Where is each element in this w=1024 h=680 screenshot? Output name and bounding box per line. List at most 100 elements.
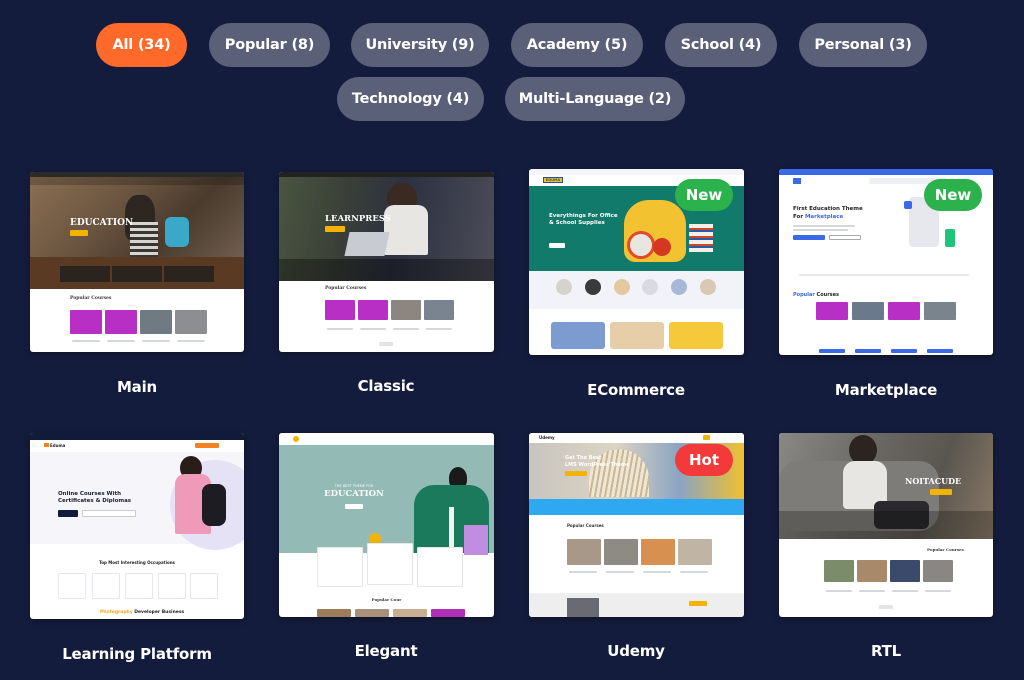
thumb-hero-title: EDUCATION xyxy=(324,489,384,499)
badge-hot: Hot xyxy=(675,444,733,476)
thumb-text-line xyxy=(793,225,855,227)
thumb-tabs: Photography Developer Business xyxy=(100,610,184,615)
thumb-footer-section xyxy=(529,593,744,617)
thumb-text-line xyxy=(327,328,353,330)
thumb-course-card xyxy=(641,539,675,565)
filter-personal[interactable]: Personal (3) xyxy=(799,23,927,67)
demo-label-ecommerce[interactable]: ECommerce xyxy=(506,381,766,399)
thumb-hero-title: First Education Theme xyxy=(793,206,863,212)
thumb-hero-title: NOITACUDE xyxy=(905,476,962,486)
thumb-text-line xyxy=(142,340,170,342)
thumb-cta xyxy=(70,230,88,236)
demo-thumbnail-rtl[interactable]: NOITACUDE Popular Courses xyxy=(779,433,993,617)
filter-multi-language[interactable]: Multi-Language (2) xyxy=(505,77,685,121)
demo-label-learning-platform[interactable]: Learning Platform xyxy=(7,645,267,663)
demo-label-rtl[interactable]: RTL xyxy=(756,642,1016,660)
thumb-more-button xyxy=(879,605,893,609)
thumb-course-card xyxy=(424,300,454,320)
demo-label-main[interactable]: Main xyxy=(7,378,267,396)
thumb-section-title: Popular Cour xyxy=(371,597,402,602)
thumb-text-line xyxy=(925,590,951,592)
thumb-course-card xyxy=(393,609,427,617)
thumb-text-line xyxy=(72,340,100,342)
thumb-course-card xyxy=(317,609,351,617)
thumb-text-line xyxy=(643,571,671,573)
thumb-course-button xyxy=(891,349,917,353)
thumb-hero-title: LEARNPRESS xyxy=(325,214,391,224)
demo-thumbnail-main[interactable]: EDUCATION Popular Courses xyxy=(30,172,244,352)
thumb-text-line xyxy=(680,571,708,573)
thumb-course-card xyxy=(431,609,465,617)
thumb-course-card xyxy=(890,560,920,582)
thumb-course-button xyxy=(855,349,881,353)
thumb-deco xyxy=(904,201,912,209)
thumb-course-card xyxy=(923,560,953,582)
thumb-more-button xyxy=(379,342,393,346)
thumb-course-card xyxy=(105,310,137,334)
thumb-text-line xyxy=(360,328,386,330)
thumb-hero-highlight: Marketplace xyxy=(804,214,844,220)
thumb-course-card xyxy=(175,310,207,334)
thumb-category-button xyxy=(58,510,78,517)
thumb-course-card xyxy=(816,302,848,320)
demo-label-marketplace[interactable]: Marketplace xyxy=(756,381,1016,399)
thumb-hero-title: Get The Best xyxy=(565,455,602,461)
demo-label-classic[interactable]: Classic xyxy=(256,377,516,395)
thumb-course-card xyxy=(355,609,389,617)
filter-technology[interactable]: Technology (4) xyxy=(337,77,484,121)
thumb-category-card xyxy=(58,573,86,599)
thumb-course-card xyxy=(857,560,887,582)
thumb-section-title: Popular Courses xyxy=(567,523,604,528)
thumb-promo-card xyxy=(551,322,605,349)
filter-all[interactable]: All (34) xyxy=(96,23,187,67)
thumb-text-line xyxy=(107,340,135,342)
thumb-section-title: Popular Courses xyxy=(70,296,112,301)
thumb-cta-secondary xyxy=(829,235,861,240)
thumb-tab: Developer xyxy=(134,610,161,615)
thumb-cta xyxy=(565,471,587,476)
thumb-logo xyxy=(793,178,801,184)
thumb-text-line xyxy=(793,229,848,231)
thumb-section-title: Popular Courses xyxy=(927,547,964,552)
thumb-section-title: Top Most Interesting Occupations xyxy=(99,560,175,565)
thumb-topbar xyxy=(779,169,993,175)
thumb-cta xyxy=(549,243,565,248)
thumb-search-input xyxy=(82,510,136,517)
thumb-hero-title: Everythings For Office & School Supplies xyxy=(549,213,618,226)
thumb-section-title: Popular Courses xyxy=(793,292,839,298)
thumb-text-line xyxy=(393,328,419,330)
thumb-category-card xyxy=(92,573,120,599)
filter-academy[interactable]: Academy (5) xyxy=(511,23,643,67)
thumb-navbar: Udemy xyxy=(529,433,744,443)
thumb-feature-card xyxy=(367,543,413,585)
thumb-text-line xyxy=(892,590,918,592)
demo-thumbnail-learning-platform[interactable]: Eduma Online Courses With Certificates &… xyxy=(30,433,244,619)
thumb-logo: EDUMA xyxy=(543,177,563,183)
thumb-course-card xyxy=(567,539,601,565)
filter-school[interactable]: School (4) xyxy=(665,23,777,67)
thumb-course-card xyxy=(924,302,956,320)
thumb-text-line xyxy=(426,328,452,330)
thumb-section-title: Popular Courses xyxy=(325,286,367,291)
thumb-logo-text: Eduma xyxy=(50,443,66,448)
thumb-course-card xyxy=(604,539,638,565)
thumb-promo-card xyxy=(610,322,664,349)
thumb-course-card xyxy=(70,310,102,334)
thumb-hero-subtitle: LMS WordPress Theme xyxy=(565,462,630,468)
demo-label-udemy[interactable]: Udemy xyxy=(506,642,766,660)
demo-thumbnail-classic[interactable]: LEARNPRESS Popular Courses xyxy=(279,172,494,352)
thumb-text-line xyxy=(569,571,597,573)
thumb-navbar xyxy=(279,433,494,445)
thumb-features-bar xyxy=(529,499,744,515)
thumb-section-highlight: Popular xyxy=(793,292,815,298)
thumb-course-card xyxy=(140,310,172,334)
thumb-course-card xyxy=(391,300,421,320)
demo-thumbnail-elegant[interactable]: THE BEST THEME FOR EDUCATION Popular Cou… xyxy=(279,433,494,617)
filter-university[interactable]: University (9) xyxy=(351,23,489,67)
thumb-cta xyxy=(345,504,363,509)
demo-label-elegant[interactable]: Elegant xyxy=(256,642,516,660)
filter-popular[interactable]: Popular (8) xyxy=(209,23,330,67)
thumb-feature-card xyxy=(417,547,463,587)
thumb-text-line xyxy=(606,571,634,573)
thumb-nav-button xyxy=(195,443,219,448)
